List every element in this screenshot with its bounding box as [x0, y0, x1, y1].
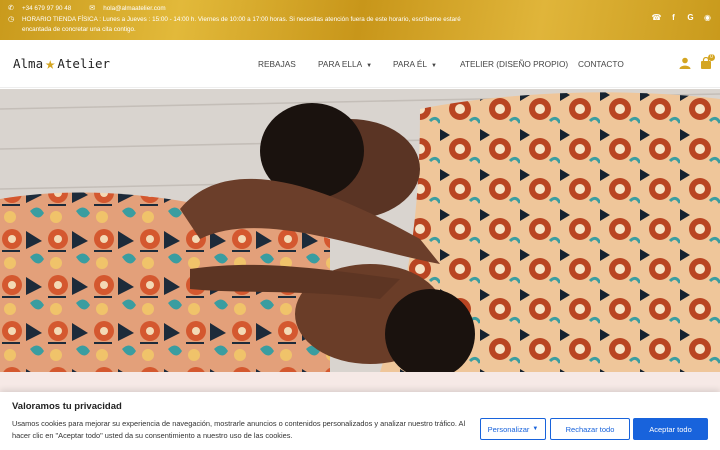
chevron-down-icon: ▼ [366, 63, 373, 69]
cookie-title: Valoramos tu privacidad [12, 401, 122, 412]
section-divider [0, 372, 720, 392]
accept-all-button[interactable]: Aceptar todo [633, 418, 708, 440]
user-account-icon[interactable] [679, 57, 691, 69]
email-icon: ✉ [89, 5, 96, 12]
store-hours-text: HORARIO TIENDA FÍSICA : Lunes a Jueves :… [22, 16, 461, 33]
star-icon: ★ [45, 53, 56, 74]
nav-item-contacto[interactable]: CONTACTO [578, 59, 624, 69]
facebook-icon[interactable]: f [669, 13, 678, 22]
email-address[interactable]: hola@almaatelier.com [103, 4, 165, 14]
social-links: ☎ f G ◉ [652, 13, 712, 22]
whatsapp-icon[interactable]: ☎ [652, 13, 662, 22]
nav-item-para-ella[interactable]: PARA ELLA ▼ [318, 59, 372, 69]
site-logo[interactable]: Alma ★ Atelier [13, 53, 111, 74]
phone-icon: ✆ [8, 5, 14, 12]
site-header: Alma ★ Atelier REBAJAS PARA ELLA ▼ PARA É… [0, 40, 720, 88]
hero-image [0, 89, 720, 372]
cookie-description: Usamos cookies para mejorar su experienc… [12, 419, 466, 440]
hours-row: ◷ [6, 15, 22, 25]
phone-number[interactable]: +34 679 97 90 48 [22, 4, 71, 14]
chevron-down-icon: ▼ [430, 63, 437, 69]
customize-button[interactable]: Personalizar ▼ [480, 418, 546, 440]
clock-icon: ◷ [7, 16, 15, 23]
instagram-icon[interactable]: ◉ [703, 13, 712, 22]
hero-photo [0, 89, 720, 372]
top-info-bar: ✆ +34 679 97 90 48 ✉ hola@almaatelier.co… [0, 0, 720, 40]
logo-text-atelier: Atelier [57, 56, 111, 71]
logo-text-alma: Alma [13, 56, 44, 71]
google-icon[interactable]: G [686, 13, 695, 22]
reject-all-button[interactable]: Rechazar todo [550, 418, 630, 440]
nav-item-para-el[interactable]: PARA ÉL ▼ [393, 59, 437, 69]
nav-item-rebajas[interactable]: REBAJAS [258, 59, 296, 69]
nav-item-atelier[interactable]: ATELIER (DISEÑO PROPIO) [460, 59, 568, 69]
contact-row: ✆ +34 679 97 90 48 ✉ hola@almaatelier.co… [6, 4, 166, 14]
cart-count-badge: 0 [708, 54, 715, 61]
caret-down-icon: ▼ [532, 426, 539, 432]
cookie-consent-banner: Valoramos tu privacidad Usamos cookies p… [0, 392, 720, 450]
